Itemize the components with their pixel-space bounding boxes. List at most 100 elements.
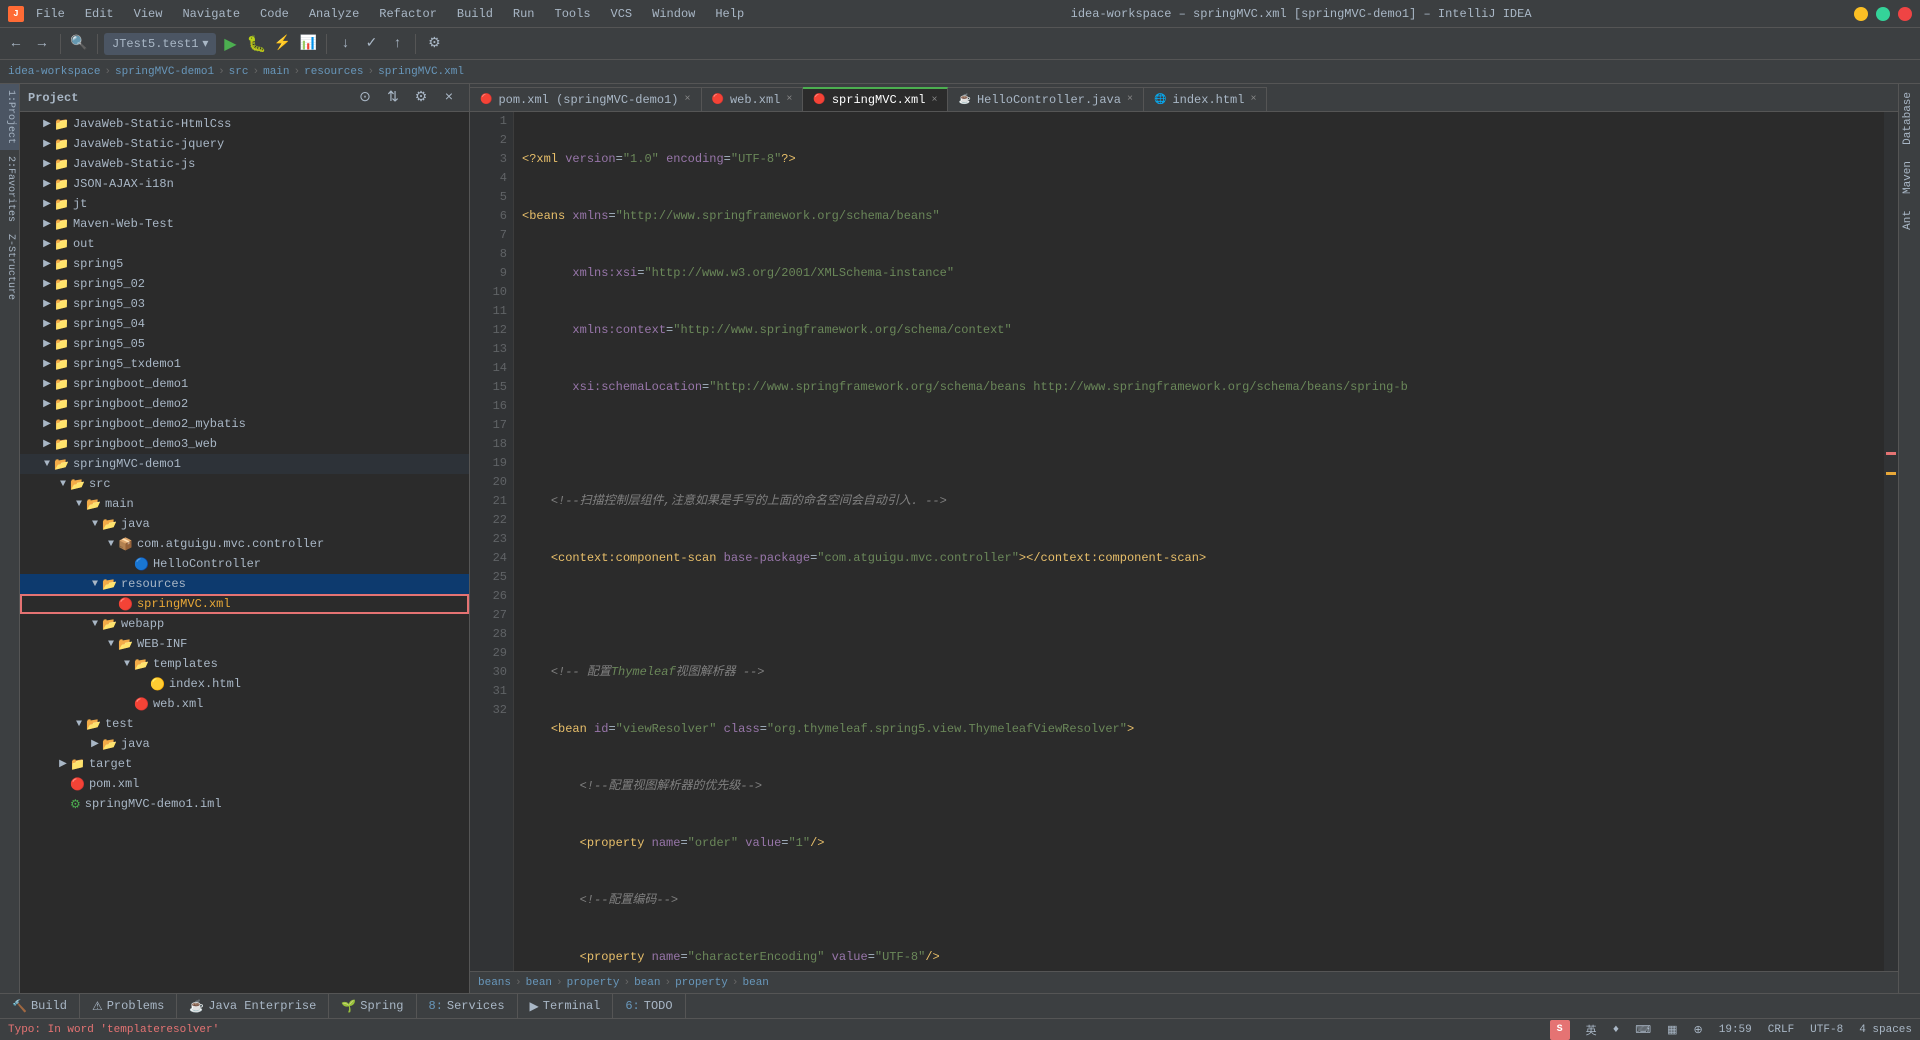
editor-crumb-property1[interactable]: property	[567, 977, 620, 989]
menu-tools[interactable]: Tools	[551, 5, 595, 23]
tree-item-springboot_demo3_web[interactable]: ▶ 📁 springboot_demo3_web	[20, 434, 469, 454]
sidebar-tab-project[interactable]: 1:Project	[0, 84, 19, 150]
tree-item-Maven-Web-Test[interactable]: ▶ 📁 Maven-Web-Test	[20, 214, 469, 234]
close-button[interactable]: ×	[1898, 7, 1912, 21]
run-button[interactable]: ▶	[218, 32, 242, 56]
breadcrumb-module[interactable]: springMVC-demo1	[115, 66, 214, 78]
tree-item-springboot_demo1[interactable]: ▶ 📁 springboot_demo1	[20, 374, 469, 394]
minimize-button[interactable]: −	[1854, 7, 1868, 21]
bottom-tab-terminal[interactable]: ▶ Terminal	[518, 994, 614, 1018]
tab-pom-xml[interactable]: 🔴 pom.xml (springMVC-demo1) ×	[470, 87, 702, 111]
breadcrumb-file[interactable]: springMVC.xml	[378, 66, 464, 78]
tree-item-webapp[interactable]: ▼ 📂 webapp	[20, 614, 469, 634]
tab-close-button[interactable]: ×	[684, 94, 690, 105]
menu-analyze[interactable]: Analyze	[305, 5, 363, 23]
menu-file[interactable]: File	[32, 5, 69, 23]
editor-crumb-bean2[interactable]: bean	[634, 977, 660, 989]
menu-navigate[interactable]: Navigate	[178, 5, 244, 23]
tree-item-out[interactable]: ▶ 📁 out	[20, 234, 469, 254]
tree-item-jt[interactable]: ▶ 📁 jt	[20, 194, 469, 214]
editor-crumb-bean3[interactable]: bean	[743, 977, 769, 989]
tree-item-templates[interactable]: ▼ 📂 templates	[20, 654, 469, 674]
maximize-button[interactable]: □	[1876, 7, 1890, 21]
tree-item-resources[interactable]: ▼ 📂 resources	[20, 574, 469, 594]
tree-item-springboot_demo2_mybatis[interactable]: ▶ 📁 springboot_demo2_mybatis	[20, 414, 469, 434]
tree-item-springMVC-xml[interactable]: 🔴 springMVC.xml	[20, 594, 469, 614]
breadcrumb-main[interactable]: main	[263, 66, 289, 78]
menu-edit[interactable]: Edit	[81, 5, 118, 23]
tree-item-web-xml[interactable]: 🔴 web.xml	[20, 694, 469, 714]
debug-button[interactable]: 🐛	[244, 32, 268, 56]
status-encoding[interactable]: UTF-8	[1810, 1024, 1843, 1036]
git-update-button[interactable]: ↓	[333, 32, 357, 56]
status-indent[interactable]: 4 spaces	[1859, 1024, 1912, 1036]
tree-item-spring5_02[interactable]: ▶ 📁 spring5_02	[20, 274, 469, 294]
sidebar-tab-favorites[interactable]: 2:Favorites	[0, 150, 19, 228]
tree-item-java[interactable]: ▼ 📂 java	[20, 514, 469, 534]
editor-crumb-bean[interactable]: bean	[526, 977, 552, 989]
tree-item-controller-pkg[interactable]: ▼ 📦 com.atguigu.mvc.controller	[20, 534, 469, 554]
menu-vcs[interactable]: VCS	[607, 5, 637, 23]
editor-crumb-property2[interactable]: property	[675, 977, 728, 989]
bottom-tab-build[interactable]: 🔨 Build	[0, 994, 80, 1018]
bottom-tab-spring[interactable]: 🌱 Spring	[329, 994, 416, 1018]
bottom-tab-todo[interactable]: 6: TODO	[613, 994, 685, 1018]
settings-button[interactable]: ⚙	[422, 32, 446, 56]
bottom-tab-java-enterprise[interactable]: ☕ Java Enterprise	[177, 994, 329, 1018]
bottom-tab-services[interactable]: 8: Services	[417, 994, 518, 1018]
tree-item-JSON-AJAX-i18n[interactable]: ▶ 📁 JSON-AJAX-i18n	[20, 174, 469, 194]
menu-build[interactable]: Build	[453, 5, 497, 23]
menu-run[interactable]: Run	[509, 5, 539, 23]
right-tab-ant[interactable]: Ant	[1899, 202, 1920, 238]
breadcrumb-resources[interactable]: resources	[304, 66, 363, 78]
git-commit-button[interactable]: ✓	[359, 32, 383, 56]
project-settings-icon[interactable]: ⚙	[409, 86, 433, 110]
right-tab-maven[interactable]: Maven	[1899, 153, 1920, 202]
tree-item-springboot_demo2[interactable]: ▶ 📁 springboot_demo2	[20, 394, 469, 414]
breadcrumb-workspace[interactable]: idea-workspace	[8, 66, 100, 78]
tab-close-button[interactable]: ×	[1250, 94, 1256, 105]
tree-item-JavaWeb-Static-js[interactable]: ▶ 📁 JavaWeb-Static-js	[20, 154, 469, 174]
tree-item-iml[interactable]: ⚙ springMVC-demo1.iml	[20, 794, 469, 814]
editor-crumb-beans[interactable]: beans	[478, 977, 511, 989]
project-close-icon[interactable]: ×	[437, 86, 461, 110]
project-expand-icon[interactable]: ⇅	[381, 86, 405, 110]
tree-item-index-html[interactable]: 🟡 index.html	[20, 674, 469, 694]
project-locate-icon[interactable]: ⊙	[353, 86, 377, 110]
tab-close-button[interactable]: ×	[786, 94, 792, 105]
menu-window[interactable]: Window	[648, 5, 699, 23]
tree-item-spring5_05[interactable]: ▶ 📁 spring5_05	[20, 334, 469, 354]
forward-button[interactable]: →	[30, 32, 54, 56]
git-push-button[interactable]: ↑	[385, 32, 409, 56]
tree-item-src[interactable]: ▼ 📂 src	[20, 474, 469, 494]
tab-springMVC-xml[interactable]: 🔴 springMVC.xml ×	[803, 87, 948, 111]
tree-item-WEB-INF[interactable]: ▼ 📂 WEB-INF	[20, 634, 469, 654]
tree-item-test-java[interactable]: ▶ 📂 java	[20, 734, 469, 754]
tree-item-HelloController[interactable]: 🔵 HelloController	[20, 554, 469, 574]
breadcrumb-src[interactable]: src	[229, 66, 249, 78]
right-tab-database[interactable]: Database	[1899, 84, 1920, 153]
tree-item-spring5_04[interactable]: ▶ 📁 spring5_04	[20, 314, 469, 334]
tree-item-spring5[interactable]: ▶ 📁 spring5	[20, 254, 469, 274]
menu-refactor[interactable]: Refactor	[375, 5, 441, 23]
tree-item-test[interactable]: ▼ 📂 test	[20, 714, 469, 734]
menu-view[interactable]: View	[130, 5, 167, 23]
gutter-mark-warning[interactable]	[1886, 472, 1896, 475]
bottom-tab-problems[interactable]: ⚠ Problems	[80, 994, 177, 1018]
tab-HelloController[interactable]: ☕ HelloController.java ×	[948, 87, 1144, 111]
tree-item-JavaWeb-Static-jquery[interactable]: ▶ 📁 JavaWeb-Static-jquery	[20, 134, 469, 154]
tree-item-spring5_txdemo1[interactable]: ▶ 📁 spring5_txdemo1	[20, 354, 469, 374]
tree-item-JavaWeb-Static-HtmlCss[interactable]: ▶ 📁 JavaWeb-Static-HtmlCss	[20, 114, 469, 134]
coverage-button[interactable]: ⚡	[270, 32, 294, 56]
tab-close-button[interactable]: ×	[1127, 94, 1133, 105]
gutter-mark-error[interactable]	[1886, 452, 1896, 455]
back-button[interactable]: ←	[4, 32, 28, 56]
profile-button[interactable]: 📊	[296, 32, 320, 56]
tree-item-springMVC-demo1[interactable]: ▼ 📂 springMVC-demo1	[20, 454, 469, 474]
menu-code[interactable]: Code	[256, 5, 293, 23]
tab-index-html[interactable]: 🌐 index.html ×	[1144, 87, 1267, 111]
tab-close-button[interactable]: ×	[931, 95, 937, 106]
tree-item-spring5_03[interactable]: ▶ 📁 spring5_03	[20, 294, 469, 314]
sidebar-tab-structure[interactable]: Z-Structure	[0, 228, 19, 306]
tree-item-target[interactable]: ▶ 📁 target	[20, 754, 469, 774]
